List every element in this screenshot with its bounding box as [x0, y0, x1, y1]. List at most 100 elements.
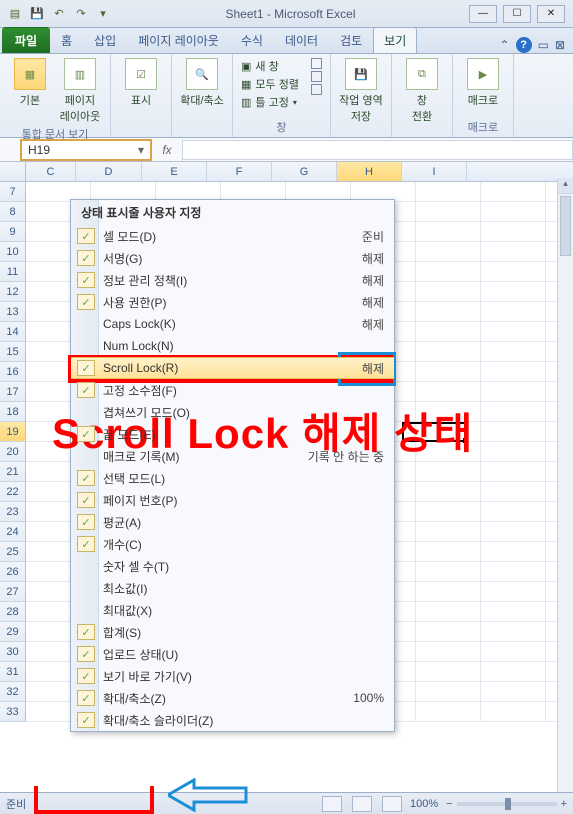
- zoom-in-icon[interactable]: +: [561, 798, 567, 810]
- row-31[interactable]: 31: [0, 662, 26, 682]
- row-21[interactable]: 21: [0, 462, 26, 482]
- row-22[interactable]: 22: [0, 482, 26, 502]
- ctx-item-19[interactable]: ✓업로드 상태(U): [71, 643, 394, 665]
- ctx-item-6[interactable]: ✓Scroll Lock(R)해제: [71, 357, 394, 379]
- row-7[interactable]: 7: [0, 182, 26, 202]
- vertical-scrollbar[interactable]: ▴: [557, 178, 573, 792]
- ctx-item-12[interactable]: ✓페이지 번호(P): [71, 489, 394, 511]
- tab-view[interactable]: 보기: [373, 27, 417, 53]
- row-8[interactable]: 8: [0, 202, 26, 222]
- row-33[interactable]: 33: [0, 702, 26, 722]
- zoom-percent[interactable]: 100%: [410, 798, 438, 810]
- page-layout-view-button[interactable]: ▥페이지 레이아웃: [58, 58, 102, 124]
- ctx-item-13[interactable]: ✓평균(A): [71, 511, 394, 533]
- name-box-dropdown-icon[interactable]: ▾: [134, 143, 148, 157]
- ctx-item-10[interactable]: 매크로 기록(M)기록 안 하는 중: [71, 445, 394, 467]
- close-button[interactable]: ✕: [537, 5, 565, 23]
- row-19[interactable]: 19: [0, 422, 26, 442]
- ctx-item-2[interactable]: ✓정보 관리 정책(I)해제: [71, 269, 394, 291]
- page-break-view-icon[interactable]: [382, 796, 402, 812]
- row-25[interactable]: 25: [0, 542, 26, 562]
- page-layout-view-icon[interactable]: [352, 796, 372, 812]
- scroll-thumb[interactable]: [560, 196, 571, 256]
- switch-windows-button[interactable]: ⧉창 전환: [400, 58, 444, 124]
- workbook-close-icon[interactable]: ⊠: [555, 38, 565, 52]
- tab-insert[interactable]: 삽입: [83, 27, 127, 53]
- unhide-button[interactable]: [311, 84, 322, 95]
- ctx-item-8[interactable]: 겹쳐쓰기 모드(O): [71, 401, 394, 423]
- col-H[interactable]: H: [337, 162, 402, 181]
- show-button[interactable]: ☑표시: [119, 58, 163, 108]
- ctx-item-9[interactable]: ✓끝 모드(E): [71, 423, 394, 445]
- row-13[interactable]: 13: [0, 302, 26, 322]
- col-G[interactable]: G: [272, 162, 337, 181]
- row-10[interactable]: 10: [0, 242, 26, 262]
- ctx-item-0[interactable]: ✓셀 모드(D)준비: [71, 225, 394, 247]
- ctx-item-20[interactable]: ✓보기 바로 가기(V): [71, 665, 394, 687]
- row-16[interactable]: 16: [0, 362, 26, 382]
- freeze-panes-button[interactable]: ▥틀 고정▾: [241, 94, 299, 110]
- hide-button[interactable]: [311, 71, 322, 82]
- formula-input[interactable]: [182, 140, 573, 160]
- qat-dropdown-icon[interactable]: ▾: [94, 5, 112, 23]
- col-C[interactable]: C: [26, 162, 76, 181]
- ctx-item-1[interactable]: ✓서명(G)해제: [71, 247, 394, 269]
- redo-icon[interactable]: ↷: [72, 5, 90, 23]
- select-all-corner[interactable]: [0, 162, 26, 181]
- row-23[interactable]: 23: [0, 502, 26, 522]
- tab-data[interactable]: 데이터: [274, 27, 329, 53]
- col-F[interactable]: F: [207, 162, 272, 181]
- row-32[interactable]: 32: [0, 682, 26, 702]
- row-9[interactable]: 9: [0, 222, 26, 242]
- row-12[interactable]: 12: [0, 282, 26, 302]
- normal-view-button[interactable]: ▦기본: [8, 58, 52, 108]
- ctx-item-15[interactable]: 숫자 셀 수(T): [71, 555, 394, 577]
- row-15[interactable]: 15: [0, 342, 26, 362]
- ctx-item-14[interactable]: ✓개수(C): [71, 533, 394, 555]
- ctx-item-16[interactable]: 최소값(I): [71, 577, 394, 599]
- normal-view-icon[interactable]: [322, 796, 342, 812]
- row-14[interactable]: 14: [0, 322, 26, 342]
- row-27[interactable]: 27: [0, 582, 26, 602]
- ctx-item-4[interactable]: Caps Lock(K)해제: [71, 313, 394, 335]
- ctx-item-7[interactable]: ✓고정 소수점(F): [71, 379, 394, 401]
- ctx-item-18[interactable]: ✓합계(S): [71, 621, 394, 643]
- row-11[interactable]: 11: [0, 262, 26, 282]
- new-window-button[interactable]: ▣새 창: [241, 58, 299, 74]
- row-20[interactable]: 20: [0, 442, 26, 462]
- tab-home[interactable]: 홈: [50, 27, 83, 53]
- arrange-all-button[interactable]: ▦모두 정렬: [241, 76, 299, 92]
- ctx-item-5[interactable]: Num Lock(N): [71, 335, 394, 357]
- undo-icon[interactable]: ↶: [50, 5, 68, 23]
- minimize-button[interactable]: —: [469, 5, 497, 23]
- save-workspace-button[interactable]: 💾작업 영역 저장: [339, 58, 383, 124]
- save-icon[interactable]: 💾: [28, 5, 46, 23]
- ctx-item-11[interactable]: ✓선택 모드(L): [71, 467, 394, 489]
- window-options-icon[interactable]: ▭: [538, 38, 549, 52]
- tab-review[interactable]: 검토: [329, 27, 373, 53]
- row-24[interactable]: 24: [0, 522, 26, 542]
- tab-page-layout[interactable]: 페이지 레이아웃: [127, 27, 230, 53]
- col-I[interactable]: I: [402, 162, 467, 181]
- zoom-out-icon[interactable]: −: [446, 798, 452, 810]
- row-17[interactable]: 17: [0, 382, 26, 402]
- ctx-item-22[interactable]: ✓확대/축소 슬라이더(Z): [71, 709, 394, 731]
- split-button[interactable]: [311, 58, 322, 69]
- row-30[interactable]: 30: [0, 642, 26, 662]
- macros-button[interactable]: ▶매크로: [461, 58, 505, 108]
- help-icon[interactable]: ?: [516, 37, 532, 53]
- ctx-item-17[interactable]: 최대값(X): [71, 599, 394, 621]
- ctx-item-21[interactable]: ✓확대/축소(Z)100%: [71, 687, 394, 709]
- zoom-slider[interactable]: − +: [446, 798, 567, 810]
- row-26[interactable]: 26: [0, 562, 26, 582]
- row-29[interactable]: 29: [0, 622, 26, 642]
- zoom-button[interactable]: 🔍확대/축소: [180, 58, 224, 108]
- col-D[interactable]: D: [76, 162, 142, 181]
- row-28[interactable]: 28: [0, 602, 26, 622]
- fx-icon[interactable]: fx: [152, 143, 182, 157]
- tab-formulas[interactable]: 수식: [230, 27, 274, 53]
- scroll-up-icon[interactable]: ▴: [558, 178, 573, 194]
- ribbon-minimize-icon[interactable]: ⌃: [500, 38, 510, 52]
- name-box[interactable]: H19 ▾: [20, 139, 152, 161]
- ctx-item-3[interactable]: ✓사용 권한(P)해제: [71, 291, 394, 313]
